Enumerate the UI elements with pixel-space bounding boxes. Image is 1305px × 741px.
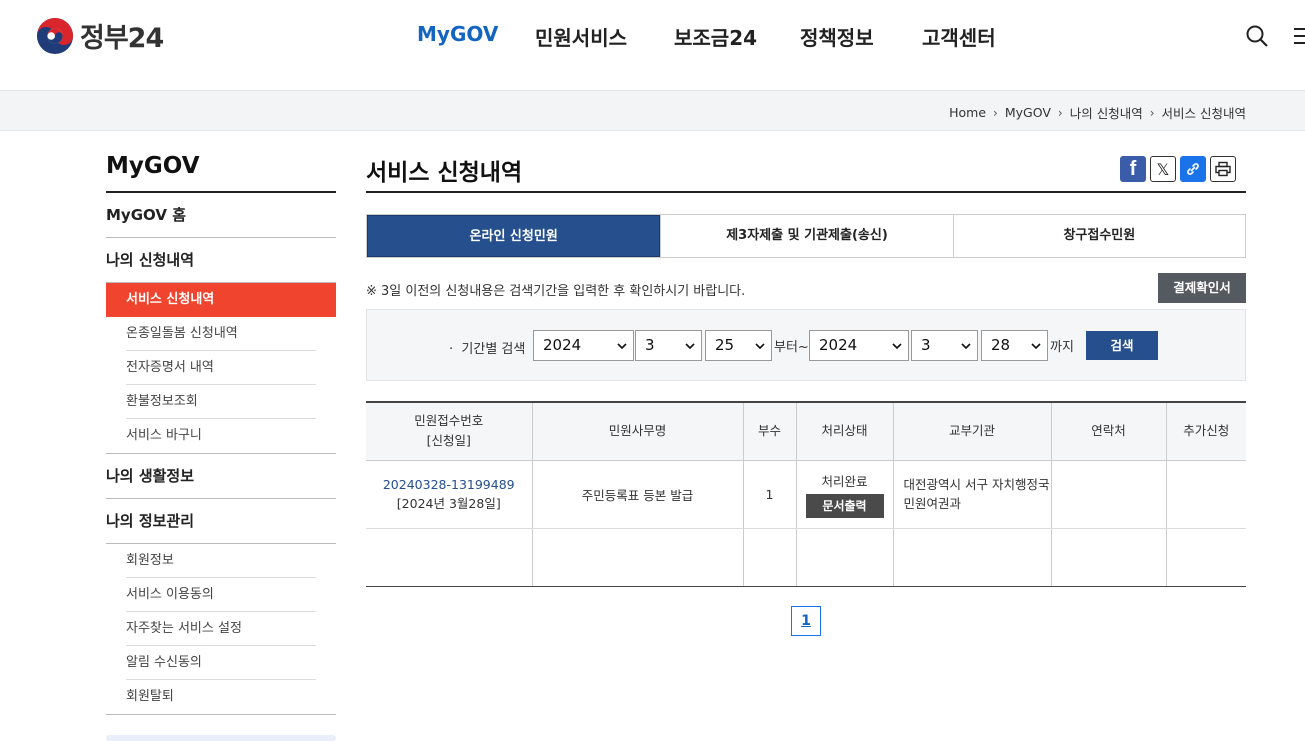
cell-service-name: 주민등록표 등본 발급 [531, 460, 743, 529]
chevron-down-icon [892, 343, 902, 350]
sidebar-item-my-applications[interactable]: 나의 신청내역 [106, 238, 336, 283]
table-row-empty [366, 528, 1246, 587]
share-toolbar: f 𝕏 [1120, 156, 1236, 182]
col-receipt-no: 민원접수번호 [신청일] [366, 401, 532, 461]
breadcrumb-mygov[interactable]: MyGOV [1005, 105, 1051, 120]
cell-status: 처리완료 문서출력 [795, 460, 893, 529]
col-copies: 부수 [742, 401, 796, 461]
chevron-right-icon: › [993, 105, 998, 120]
sidebar-item-service-consent[interactable]: 서비스 이용동의 [106, 578, 336, 612]
nav-policy-info[interactable]: 정책정보 [800, 22, 874, 51]
chevron-down-icon [961, 343, 971, 350]
payment-receipt-button[interactable]: 결제확인서 [1158, 273, 1246, 303]
to-day-select[interactable]: 28 [981, 330, 1048, 361]
to-month-select[interactable]: 3 [911, 330, 978, 361]
tab-third-party-submission[interactable]: 제3자제출 및 기관제출(송신) [660, 215, 952, 257]
table-row: 20240328-13199489 [2024년 3월28일] 주민등록표 등본… [366, 460, 1246, 529]
empty-cell [1165, 528, 1246, 587]
empty-cell [531, 528, 743, 587]
chevron-down-icon [1031, 343, 1041, 350]
page-title: 서비스 신청내역 [366, 150, 1246, 193]
nav-civil-service[interactable]: 민원서비스 [535, 22, 627, 51]
from-month-select[interactable]: 3 [635, 330, 702, 361]
nav-customer-center[interactable]: 고객센터 [922, 22, 996, 51]
sidebar-item-withdraw[interactable]: 회원탈퇴 [106, 680, 336, 714]
chevron-down-icon [685, 343, 695, 350]
empty-cell [1050, 528, 1166, 587]
chevron-right-icon: › [1149, 105, 1155, 120]
to-year-select[interactable]: 2024 [809, 330, 909, 361]
chevron-right-icon: › [1057, 105, 1063, 120]
sidebar-submenu-applications: 서비스 신청내역 온종일돌봄 신청내역 전자증명서 내역 환불정보조회 서비스 … [106, 283, 336, 454]
breadcrumb-current: 서비스 신청내역 [1161, 106, 1246, 121]
empty-cell [795, 528, 893, 587]
sidebar-item-e-certificates[interactable]: 전자증명서 내역 [106, 351, 336, 385]
receipt-no-link[interactable]: 20240328-13199489 [383, 477, 515, 492]
main-nav: MyGOV 민원서비스 보조금24 정책정보 고객센터 [0, 22, 1305, 52]
facebook-icon[interactable]: f [1120, 156, 1146, 182]
col-contact: 연락처 [1050, 401, 1166, 461]
tab-online-applications[interactable]: 온라인 신청민원 [367, 215, 661, 257]
status-text: 처리완료 [821, 473, 868, 489]
sidebar-item-favorite-services[interactable]: 자주찾는 서비스 설정 [106, 612, 336, 646]
print-icon[interactable] [1210, 156, 1236, 182]
col-service-name: 민원사무명 [531, 401, 743, 461]
breadcrumb-my-applications[interactable]: 나의 신청내역 [1070, 103, 1143, 122]
main-content: 서비스 신청내역 f 𝕏 온라인 신청민원 제3자제출 및 기관제출(송신) 창… [366, 150, 1246, 636]
col-extra-request: 추가신청 [1165, 401, 1246, 461]
applications-table: 민원접수번호 [신청일] 민원사무명 부수 처리상태 교부기관 연락처 추가신청 … [366, 401, 1246, 587]
cell-receipt-no: 20240328-13199489 [2024년 3월28일] [366, 460, 532, 529]
site-header: 정부24 MyGOV 민원서비스 보조금24 정책정보 고객센터 [0, 0, 1305, 90]
sidebar-title: MyGOV [106, 150, 336, 193]
col-issuing-agency: 교부기관 [892, 401, 1051, 461]
from-year-select[interactable]: 2024 [533, 330, 634, 361]
cell-issuing-agency: 대전광역시 서구 자치행정국 민원여권과 [892, 460, 1051, 529]
table-header-row: 민원접수번호 [신청일] 민원사무명 부수 처리상태 교부기관 연락처 추가신청 [366, 401, 1246, 461]
breadcrumb: Home › MyGOV › 나의 신청내역 › 서비스 신청내역 [949, 103, 1246, 122]
sidebar-item-allday-care[interactable]: 온종일돌봄 신청내역 [106, 317, 336, 351]
nav-subsidy[interactable]: 보조금24 [674, 22, 757, 51]
sidebar-item-mygov-home[interactable]: MyGOV 홈 [106, 193, 336, 238]
link-icon[interactable] [1180, 156, 1206, 182]
period-notice: ※ 3일 이전의 신청내용은 검색기간을 입력한 후 확인하시기 바랍니다. [366, 284, 746, 299]
sidebar-item-life-info[interactable]: 나의 생활정보 [106, 454, 336, 499]
breadcrumb-bar: Home › MyGOV › 나의 신청내역 › 서비스 신청내역 [0, 90, 1305, 131]
cell-extra-request [1165, 460, 1246, 529]
cell-copies: 1 [742, 460, 796, 529]
nav-mygov[interactable]: MyGOV [417, 22, 498, 46]
sidebar-item-info-management[interactable]: 나의 정보관리 [106, 499, 336, 544]
to-suffix: 까지 [1050, 340, 1074, 355]
cell-contact [1050, 460, 1166, 529]
application-date: [2024년 3월28일] [396, 496, 501, 511]
breadcrumb-home[interactable]: Home [949, 105, 986, 120]
empty-cell [892, 528, 1051, 587]
chevron-down-icon [755, 343, 765, 350]
sidebar: MyGOV MyGOV 홈 나의 신청내역 서비스 신청내역 온종일돌봄 신청내… [106, 150, 336, 741]
sidebar-submenu-info: 회원정보 서비스 이용동의 자주찾는 서비스 설정 알림 수신동의 회원탈퇴 [106, 544, 336, 715]
sidebar-banner-edge [106, 735, 336, 741]
document-print-button[interactable]: 문서출력 [805, 493, 884, 518]
sidebar-item-service-applications[interactable]: 서비스 신청내역 [106, 283, 336, 317]
tab-counter-applications[interactable]: 창구접수민원 [952, 215, 1245, 257]
search-button[interactable]: 검색 [1086, 331, 1158, 360]
from-day-select[interactable]: 25 [705, 330, 772, 361]
col-status: 처리상태 [795, 401, 893, 461]
pagination-page-1[interactable]: 1 [791, 606, 821, 636]
application-tabs: 온라인 신청민원 제3자제출 및 기관제출(송신) 창구접수민원 [366, 214, 1246, 258]
empty-cell [742, 528, 796, 587]
menu-icon[interactable] [1292, 24, 1305, 48]
sidebar-item-member-info[interactable]: 회원정보 [106, 544, 336, 578]
sidebar-item-notification-consent[interactable]: 알림 수신동의 [106, 646, 336, 680]
period-search-box: · 기간별 검색 2024 3 25 부터~ 2024 3 28 까지 검색 [366, 309, 1246, 381]
x-icon[interactable]: 𝕏 [1150, 156, 1176, 182]
sidebar-item-service-basket[interactable]: 서비스 바구니 [106, 419, 336, 453]
from-suffix: 부터~ [774, 340, 809, 355]
search-icon[interactable] [1245, 24, 1269, 48]
chevron-down-icon [617, 343, 627, 350]
sidebar-item-refund-info[interactable]: 환불정보조회 [106, 385, 336, 419]
period-search-label: · 기간별 검색 [449, 342, 526, 357]
empty-cell [366, 528, 532, 587]
